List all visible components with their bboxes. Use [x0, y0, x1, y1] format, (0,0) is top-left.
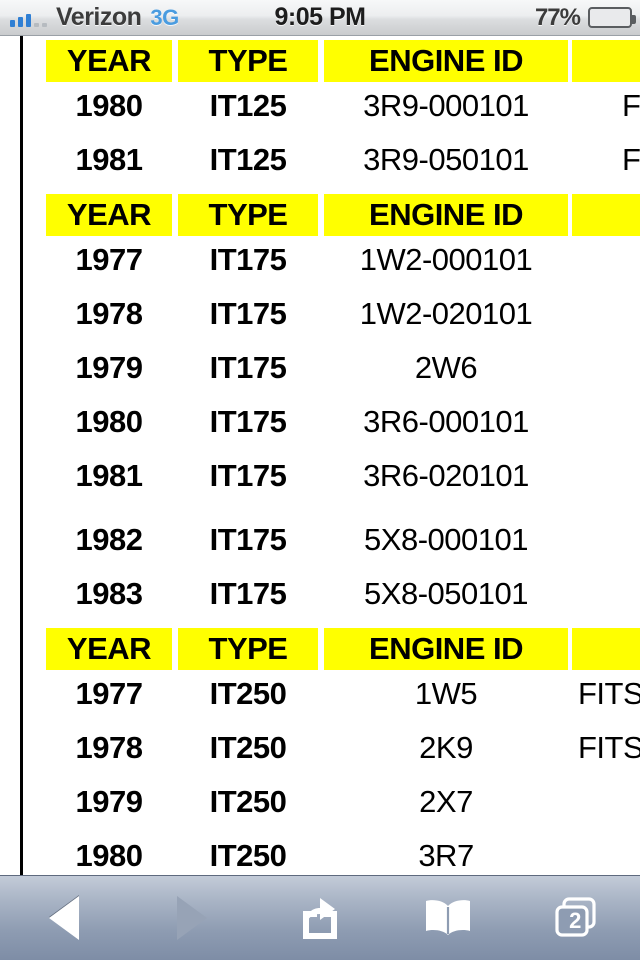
cell-year: 1982	[75, 522, 143, 557]
column-header-year: YEAR	[66, 43, 152, 78]
cell-engine-id: 5X8-050101	[364, 576, 528, 611]
cell-fits: F	[622, 88, 640, 123]
cell-engine-id: 3R7	[418, 838, 474, 873]
table-row: 1978 IT250 2K9 FITS	[0, 724, 640, 778]
cell-engine-id: 2X7	[419, 784, 473, 819]
cell-fits: F	[622, 142, 640, 177]
table-header-it250: YEAR TYPE ENGINE ID	[46, 628, 640, 670]
cell-type: IT250	[209, 730, 287, 765]
cell-type: IT175	[209, 350, 287, 385]
table-row: 1981 IT175 3R6-020101	[0, 452, 640, 506]
column-divider	[568, 40, 572, 82]
cell-year: 1981	[75, 142, 143, 177]
table-row: 1980 IT175 3R6-000101	[0, 398, 640, 452]
table-row: 1977 IT250 1W5 FITS	[0, 670, 640, 724]
cell-year: 1983	[75, 576, 143, 611]
table-row: 1983 IT175 5X8-050101	[0, 570, 640, 624]
column-header-type: TYPE	[208, 197, 288, 232]
cell-year: 1980	[75, 404, 143, 439]
cell-engine-id: 1W2-020101	[359, 296, 533, 331]
battery-percentage: 77%	[534, 3, 581, 31]
forward-arrow-icon	[177, 896, 207, 940]
cell-type: IT175	[209, 458, 287, 493]
cell-year: 1980	[75, 838, 143, 873]
cell-engine-id: 1W2-000101	[359, 242, 533, 277]
cell-year: 1981	[75, 458, 143, 493]
column-header-engine-id: ENGINE ID	[369, 631, 523, 666]
cell-year: 1977	[75, 676, 143, 711]
column-header-engine-id: ENGINE ID	[369, 43, 523, 78]
cell-engine-id: 3R6-020101	[363, 458, 529, 493]
cell-engine-id: 2W6	[414, 350, 478, 385]
cell-year: 1978	[75, 730, 143, 765]
cell-year: 1977	[75, 242, 143, 277]
cell-engine-id: 5X8-000101	[364, 522, 528, 557]
table-row: 1979 IT175 2W6	[0, 344, 640, 398]
back-arrow-icon	[49, 896, 79, 940]
table-row: 1980 IT250 3R7	[0, 832, 640, 875]
browser-toolbar: 2	[0, 875, 640, 960]
cell-type: IT125	[209, 88, 287, 123]
table-header-it125: YEAR TYPE ENGINE ID	[46, 40, 640, 82]
table-row: 1981 IT125 3R9-050101 F	[0, 136, 640, 190]
table-header-it175: YEAR TYPE ENGINE ID	[46, 194, 640, 236]
share-button[interactable]	[273, 888, 368, 948]
table-row: 1977 IT175 1W2-000101	[0, 236, 640, 290]
table-row: 1980 IT125 3R9-000101 F	[0, 82, 640, 136]
tab-count-label: 2	[569, 908, 582, 934]
table-row: 1979 IT250 2X7	[0, 778, 640, 832]
cell-type: IT175	[209, 296, 287, 331]
cell-year: 1980	[75, 88, 143, 123]
forward-button[interactable]	[145, 888, 240, 948]
cell-fits: FITS	[578, 676, 640, 711]
share-icon	[297, 895, 343, 941]
cell-type: IT175	[209, 576, 287, 611]
table-row: 1982 IT175 5X8-000101	[0, 516, 640, 570]
cell-type: IT175	[209, 242, 287, 277]
status-bar-right: 77%	[534, 3, 636, 32]
cell-type: IT125	[209, 142, 287, 177]
column-header-type: TYPE	[208, 631, 288, 666]
cell-type: IT250	[209, 784, 287, 819]
web-page-content[interactable]: YEAR TYPE ENGINE ID 1980 IT125 3R9-000101 F 198…	[0, 36, 640, 875]
column-header-type: TYPE	[208, 43, 288, 78]
back-button[interactable]	[17, 888, 112, 948]
column-header-engine-id: ENGINE ID	[369, 197, 523, 232]
cell-engine-id: 1W5	[414, 676, 478, 711]
tabs-button[interactable]: 2	[529, 888, 624, 948]
cell-type: IT250	[209, 676, 287, 711]
cell-engine-id: 3R9-050101	[363, 142, 529, 177]
cell-engine-id: 3R9-000101	[363, 88, 529, 123]
column-divider	[568, 194, 572, 236]
cell-engine-id: 2K9	[419, 730, 473, 765]
column-header-year: YEAR	[66, 631, 152, 666]
column-divider	[568, 628, 572, 670]
column-header-year: YEAR	[66, 197, 152, 232]
status-bar: Verizon 3G 9:05 PM 77%	[0, 0, 640, 36]
table-row: 1978 IT175 1W2-020101	[0, 290, 640, 344]
cell-year: 1979	[75, 350, 143, 385]
book-icon	[423, 898, 473, 938]
cell-type: IT175	[209, 404, 287, 439]
cell-type: IT250	[209, 838, 287, 873]
cell-type: IT175	[209, 522, 287, 557]
cell-year: 1978	[75, 296, 143, 331]
cell-fits: FITS	[578, 730, 640, 765]
bookmarks-button[interactable]	[401, 888, 496, 948]
cell-year: 1979	[75, 784, 143, 819]
cell-engine-id: 3R6-000101	[363, 404, 529, 439]
battery-icon	[588, 7, 636, 28]
